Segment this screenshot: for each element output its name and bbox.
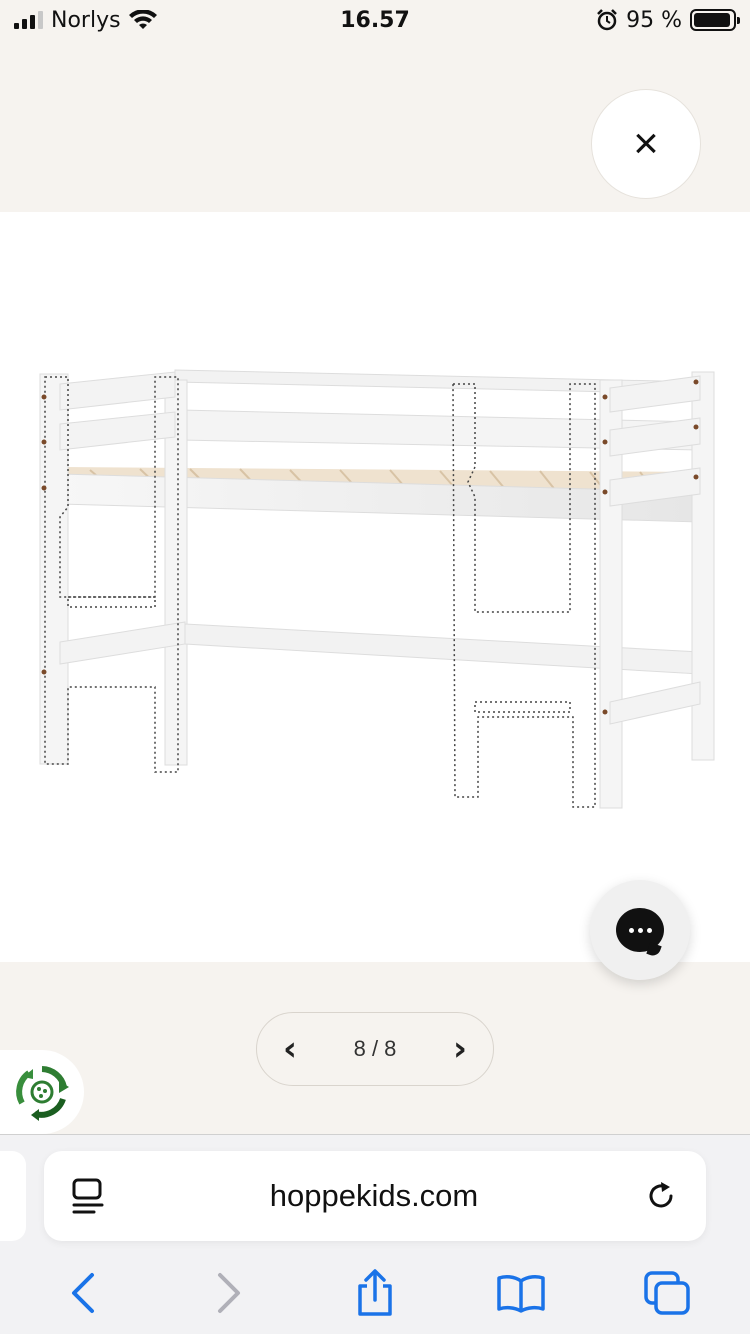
battery-icon xyxy=(690,9,740,31)
eco-badge[interactable] xyxy=(0,1050,84,1134)
forward-button[interactable] xyxy=(194,1258,264,1328)
browser-chrome: hoppekids.com xyxy=(0,1134,750,1334)
back-button[interactable] xyxy=(48,1258,118,1328)
loft-bed-illustration xyxy=(39,369,715,809)
share-icon xyxy=(358,1269,392,1316)
reload-icon[interactable] xyxy=(644,1179,678,1213)
battery-level xyxy=(694,13,731,27)
previous-tab-preview[interactable] xyxy=(0,1151,26,1241)
previous-image-button[interactable]: ‹ xyxy=(283,1029,297,1069)
forward-icon xyxy=(218,1273,240,1313)
carrier-name: Norlys xyxy=(51,7,121,33)
bookmarks-button[interactable] xyxy=(486,1258,556,1328)
bookmarks-icon xyxy=(497,1275,545,1313)
close-button[interactable]: × xyxy=(591,89,701,199)
url-text: hoppekids.com xyxy=(269,1178,479,1213)
product-image[interactable] xyxy=(0,212,750,962)
image-pager: ‹ 8 / 8 › xyxy=(256,1012,494,1086)
chat-bubble-icon xyxy=(616,908,664,952)
status-bar: Norlys 16.57 95 % xyxy=(0,0,750,40)
share-button[interactable] xyxy=(340,1258,410,1328)
alarm-icon xyxy=(597,9,617,31)
tabs-icon xyxy=(644,1271,690,1315)
browser-toolbar xyxy=(0,1251,750,1334)
next-image-button[interactable]: › xyxy=(453,1029,467,1069)
wifi-icon xyxy=(128,10,157,29)
reader-mode-icon[interactable] xyxy=(72,1178,104,1214)
cellular-signal-icon xyxy=(14,11,43,29)
address-bar[interactable]: hoppekids.com xyxy=(44,1151,706,1241)
battery-percent: 95 % xyxy=(626,7,682,33)
close-icon: × xyxy=(633,119,659,168)
tabs-button[interactable] xyxy=(632,1258,702,1328)
image-counter: 8 / 8 xyxy=(353,1036,397,1061)
chat-button[interactable] xyxy=(590,880,690,980)
recycle-icon xyxy=(16,1066,69,1121)
back-icon xyxy=(72,1273,94,1313)
